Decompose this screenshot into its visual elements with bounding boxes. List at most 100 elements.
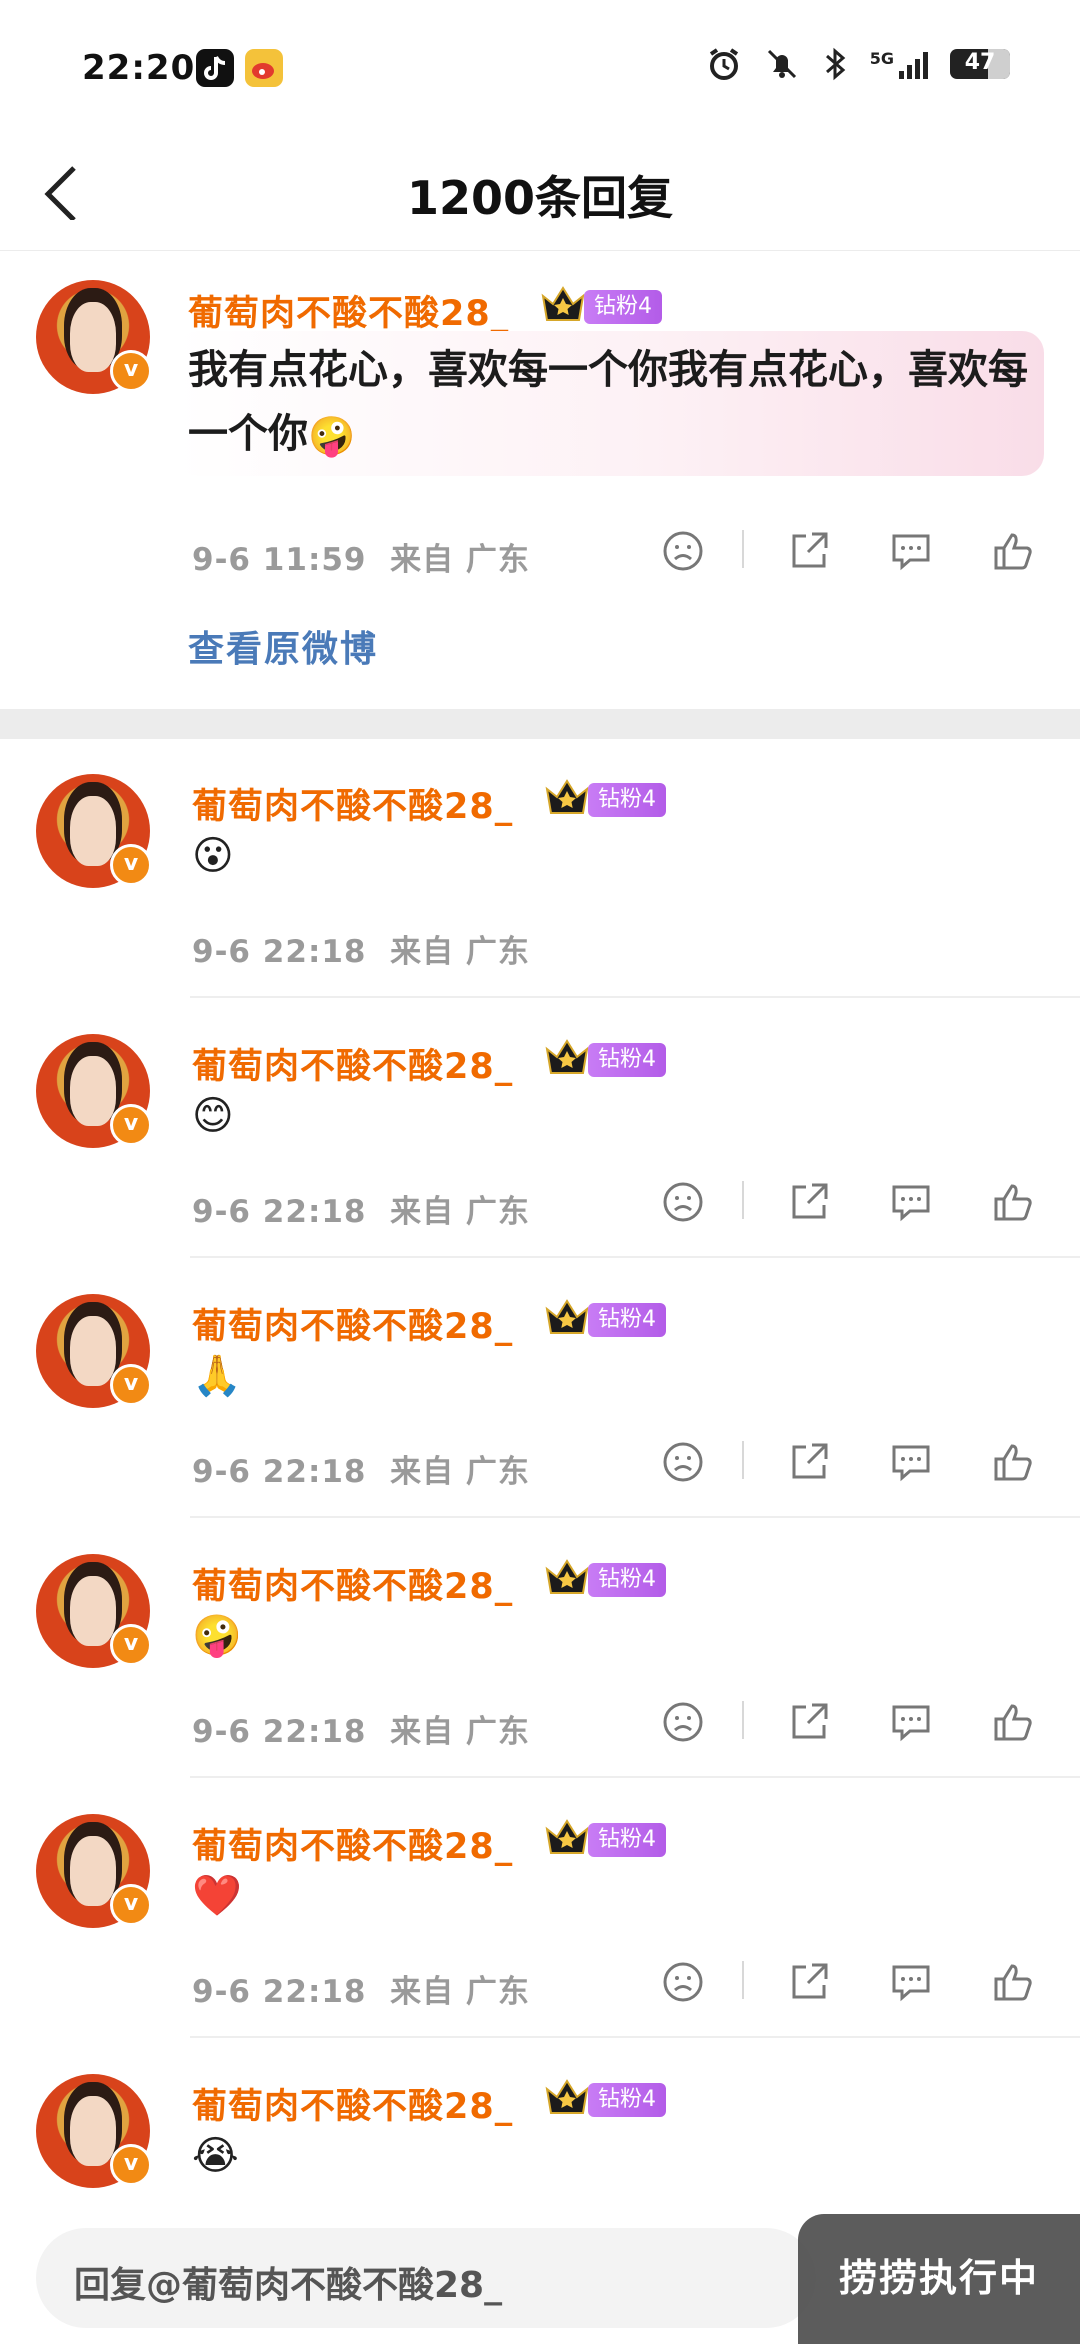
emoji: 😊 bbox=[192, 1093, 234, 1139]
thumbs-up-icon bbox=[994, 1444, 1032, 1481]
share-icon bbox=[792, 1703, 828, 1739]
reply-actions bbox=[650, 1433, 1040, 1493]
signal-5g-icon: 5G bbox=[870, 49, 928, 79]
verified-icon: v bbox=[110, 1364, 152, 1406]
username[interactable]: 葡萄肉不酸不酸28_ bbox=[192, 2078, 513, 2129]
clock: 22:20 bbox=[82, 48, 196, 88]
emoji: 🤪 bbox=[308, 414, 356, 458]
crown-icon bbox=[545, 1559, 589, 1594]
comment-meta: 9-6 11:59 来自 广东 bbox=[192, 534, 530, 579]
verified-icon: v bbox=[110, 1884, 152, 1926]
timestamp: 9-6 22:18 bbox=[192, 1714, 367, 1750]
fan-level-badge: 钻粉4 bbox=[588, 1823, 666, 1857]
avatar[interactable]: v bbox=[36, 2074, 152, 2188]
timestamp: 9-6 11:59 bbox=[192, 542, 367, 578]
crown-icon bbox=[541, 286, 585, 321]
avatar[interactable]: v bbox=[36, 774, 152, 888]
reply-actions bbox=[650, 1953, 1040, 2013]
dislike-button[interactable] bbox=[658, 1177, 708, 1227]
comment-button[interactable] bbox=[886, 1697, 936, 1747]
status-bar: 22:20 5G 47 bbox=[0, 0, 1080, 140]
battery-icon: 47 bbox=[950, 49, 1010, 79]
location: 来自 广东 bbox=[390, 1454, 530, 1490]
emoji: 🙏 bbox=[192, 1353, 242, 1399]
like-button[interactable] bbox=[988, 1177, 1038, 1227]
share-icon bbox=[792, 1443, 828, 1479]
row-divider bbox=[190, 1516, 1080, 1518]
reply-meta: 9-6 22:18 来自 广东 bbox=[192, 926, 530, 971]
dislike-button[interactable] bbox=[658, 1957, 708, 2007]
comment-button[interactable] bbox=[886, 1957, 936, 2007]
avatar[interactable]: v bbox=[36, 280, 152, 394]
username[interactable]: 葡萄肉不酸不酸28_ bbox=[188, 285, 509, 336]
comment-actions bbox=[650, 522, 1040, 582]
username[interactable]: 葡萄肉不酸不酸28_ bbox=[192, 1818, 513, 1869]
location: 来自 广东 bbox=[390, 1974, 530, 2010]
dislike-button[interactable] bbox=[658, 1697, 708, 1747]
comment-button[interactable] bbox=[886, 1177, 936, 1227]
reply-meta: 9-6 22:18 来自 广东 bbox=[192, 1446, 530, 1491]
like-button[interactable] bbox=[988, 1437, 1038, 1487]
username[interactable]: 葡萄肉不酸不酸28_ bbox=[192, 778, 513, 829]
page-title: 1200条回复 bbox=[406, 171, 674, 225]
emoji: 😭 bbox=[192, 2133, 239, 2179]
username[interactable]: 葡萄肉不酸不酸28_ bbox=[192, 1298, 513, 1349]
fan-level-badge: 钻粉4 bbox=[588, 1563, 666, 1597]
username[interactable]: 葡萄肉不酸不酸28_ bbox=[192, 1558, 513, 1609]
row-divider bbox=[190, 996, 1080, 998]
reply-meta: 9-6 22:18 来自 广东 bbox=[192, 1966, 530, 2011]
thumbs-up-icon bbox=[994, 1184, 1032, 1221]
weibo-icon bbox=[245, 49, 283, 87]
row-divider bbox=[190, 2036, 1080, 2038]
bluetooth-icon bbox=[825, 47, 846, 81]
verified-icon: v bbox=[110, 1104, 152, 1146]
like-button[interactable] bbox=[988, 1697, 1038, 1747]
verified-icon: v bbox=[110, 1624, 152, 1666]
fan-level-badge: 钻粉4 bbox=[588, 783, 666, 817]
fan-level-badge: 钻粉4 bbox=[588, 2083, 666, 2117]
floating-action-button[interactable]: 捞捞执行中 bbox=[798, 2214, 1080, 2344]
emoji: ❤️ bbox=[192, 1873, 242, 1919]
share-button[interactable] bbox=[784, 526, 834, 576]
like-button[interactable] bbox=[988, 1957, 1038, 2007]
share-icon bbox=[792, 1963, 828, 1999]
share-icon bbox=[792, 532, 828, 568]
dislike-button[interactable] bbox=[658, 1437, 708, 1487]
sad-face-icon bbox=[663, 1962, 703, 2002]
crown-icon bbox=[545, 1039, 589, 1074]
username[interactable]: 葡萄肉不酸不酸28_ bbox=[192, 1038, 513, 1089]
avatar[interactable]: v bbox=[36, 1814, 152, 1928]
header: 1200条回复 bbox=[0, 140, 1080, 251]
dislike-button[interactable] bbox=[658, 526, 708, 576]
share-icon bbox=[792, 1183, 828, 1219]
comment-button[interactable] bbox=[886, 1437, 936, 1487]
emoji: 🤪 bbox=[192, 1613, 242, 1659]
share-button[interactable] bbox=[784, 1957, 834, 2007]
comment-icon bbox=[892, 534, 930, 571]
avatar[interactable]: v bbox=[36, 1034, 152, 1148]
share-button[interactable] bbox=[784, 1437, 834, 1487]
like-button[interactable] bbox=[988, 526, 1038, 576]
share-button[interactable] bbox=[784, 1697, 834, 1747]
sad-face-icon bbox=[663, 1182, 703, 1222]
comment-text: 我有点花心，喜欢每一个你我有点花心，喜欢每一个你🤪 bbox=[188, 338, 1028, 468]
mute-bell-icon bbox=[767, 49, 796, 79]
sad-face-icon bbox=[663, 531, 703, 571]
comment-icon bbox=[892, 1445, 930, 1482]
fan-level-badge: 钻粉4 bbox=[588, 1043, 666, 1077]
alarm-icon bbox=[709, 48, 738, 80]
status-icons: 5G 47 bbox=[706, 46, 1010, 82]
share-button[interactable] bbox=[784, 1177, 834, 1227]
sad-face-icon bbox=[663, 1442, 703, 1482]
comment-button[interactable] bbox=[886, 526, 936, 576]
fan-level-badge: 钻粉4 bbox=[584, 290, 662, 324]
view-original-link[interactable]: 查看原微博 bbox=[188, 620, 378, 672]
verified-icon: v bbox=[110, 350, 152, 392]
tiktok-icon bbox=[196, 49, 234, 87]
comment-icon bbox=[892, 1185, 930, 1222]
location: 来自 广东 bbox=[390, 934, 530, 970]
avatar[interactable]: v bbox=[36, 1554, 152, 1668]
row-divider bbox=[190, 1256, 1080, 1258]
reply-input[interactable]: 回复@葡萄肉不酸不酸28_ bbox=[36, 2228, 816, 2328]
avatar[interactable]: v bbox=[36, 1294, 152, 1408]
